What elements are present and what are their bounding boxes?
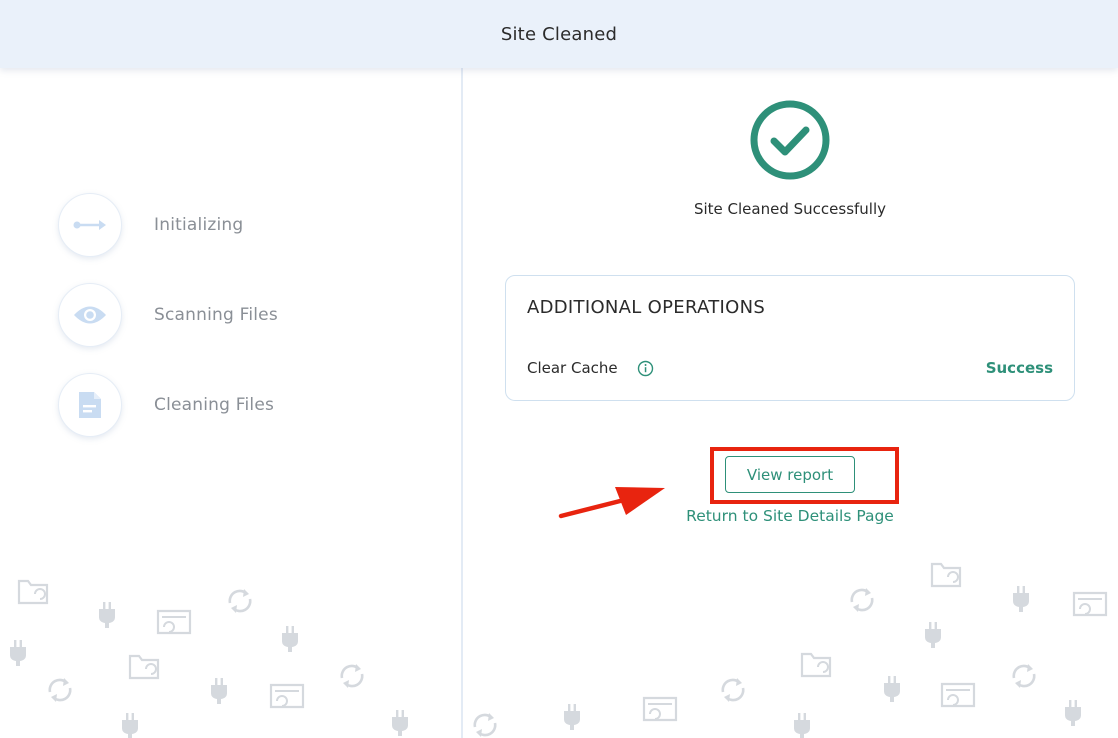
operation-label-clear-cache: Clear Cache xyxy=(527,359,618,377)
annotation-arrow-icon xyxy=(558,487,665,519)
eye-icon xyxy=(74,306,106,324)
success-message: Site Cleaned Successfully xyxy=(693,200,887,218)
return-to-site-details-link[interactable]: Return to Site Details Page xyxy=(640,507,940,525)
step-cleaning-files: Cleaning Files xyxy=(58,372,378,438)
arrow-line-icon xyxy=(73,220,106,230)
operations-title: ADDITIONAL OPERATIONS xyxy=(527,297,766,318)
document-icon xyxy=(79,392,101,418)
step-icon-container xyxy=(58,283,122,347)
step-initializing: Initializing xyxy=(58,192,378,258)
step-label: Cleaning Files xyxy=(154,395,275,415)
step-label: Initializing xyxy=(154,215,244,235)
page-title: Site Cleaned xyxy=(500,23,618,45)
additional-operations-card: ADDITIONAL OPERATIONS Clear Cache Succes… xyxy=(505,275,1075,401)
panel-divider xyxy=(461,68,463,738)
step-icon-container xyxy=(58,193,122,257)
check-circle-icon xyxy=(750,100,830,180)
operation-status-badge: Success xyxy=(985,359,1053,377)
step-icon-container xyxy=(58,373,122,437)
info-icon[interactable] xyxy=(637,360,654,377)
step-label: Scanning Files xyxy=(154,305,278,325)
view-report-button[interactable]: View report xyxy=(725,456,855,493)
step-scanning-files: Scanning Files xyxy=(58,282,378,348)
page-header: Site Cleaned xyxy=(0,0,1118,68)
